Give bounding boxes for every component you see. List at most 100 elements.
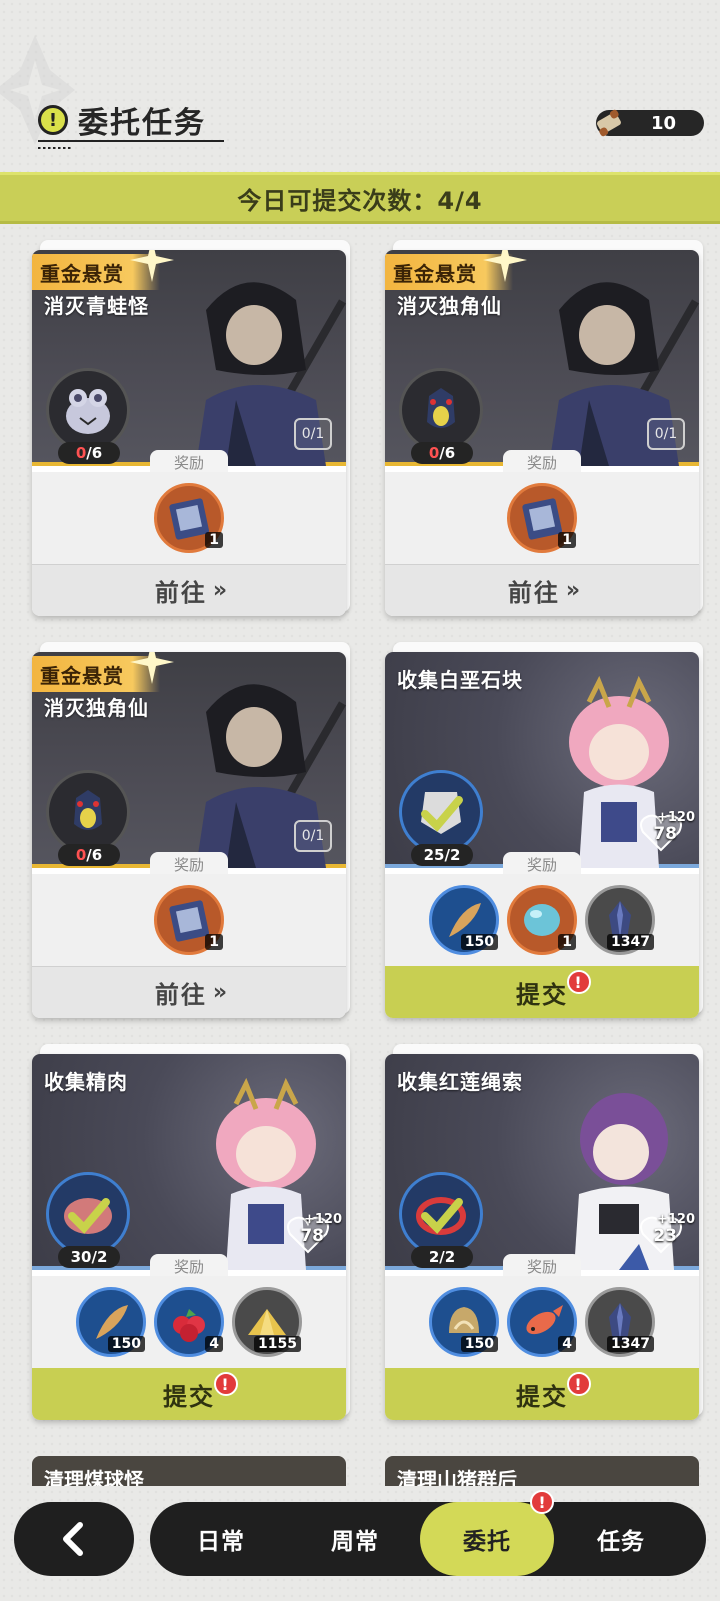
beetle-monster-icon xyxy=(74,790,102,830)
reward-qty: 4 xyxy=(205,1336,223,1352)
card-title: 消灭独角仙 xyxy=(44,696,149,720)
tab-quest[interactable]: 任务 xyxy=(554,1502,688,1576)
sparkle-icon xyxy=(130,250,174,282)
kill-count-current: 0 xyxy=(75,846,87,864)
submit-button[interactable]: 提交 ! xyxy=(385,966,699,1018)
kill-count-total: /6 xyxy=(439,444,456,462)
commission-card: 重金悬赏 消灭青蛙怪 0/6 0/1 奖励 1 前往 » xyxy=(32,240,350,620)
submit-label: 提交 xyxy=(516,980,568,1009)
reward-item[interactable]: 1347 xyxy=(585,885,655,955)
reward-list: 1 xyxy=(32,874,346,966)
reward-qty: 1347 xyxy=(607,934,654,950)
reward-item[interactable]: 4 xyxy=(154,1287,224,1357)
reward-item[interactable]: 1 xyxy=(154,483,224,553)
reward-label: 奖励 xyxy=(503,852,581,876)
card-body: 重金悬赏 消灭独角仙 0/6 0/1 奖励 1 前往 » xyxy=(385,250,699,616)
reward-label: 奖励 xyxy=(150,1254,228,1278)
next-commission-card[interactable]: 清理山猪群后 xyxy=(385,1456,699,1486)
meat-check-icon xyxy=(64,1198,112,1234)
commission-card: 收集红莲绳索 2/2 23 +120 奖励 150 4 1347 提交 ! xyxy=(385,1044,703,1424)
card-art: 重金悬赏 消灭青蛙怪 0/6 0/1 xyxy=(32,250,346,466)
meat-target xyxy=(46,1172,130,1256)
reward-qty: 1 xyxy=(558,532,576,548)
commission-card: 重金悬赏 消灭独角仙 0/6 0/1 奖励 1 前往 » xyxy=(385,240,703,620)
card-art: 重金悬赏 消灭独角仙 0/6 0/1 xyxy=(32,652,346,868)
reward-item[interactable]: 150 xyxy=(429,885,499,955)
double-chevron-right-icon: » xyxy=(212,578,227,603)
reward-qty: 150 xyxy=(460,934,498,950)
beetle-target xyxy=(399,368,483,452)
alert-icon: ! xyxy=(567,1372,591,1396)
reward-list: 1 xyxy=(32,472,346,564)
reward-item[interactable]: 1 xyxy=(154,885,224,955)
bounty-progress: 0/1 xyxy=(647,418,685,450)
reward-item[interactable]: 4 xyxy=(507,1287,577,1357)
kill-count: 0/6 xyxy=(58,442,120,464)
reward-label: 奖励 xyxy=(503,1254,581,1278)
card-title: 收集白垩石块 xyxy=(397,668,523,692)
card-title: 收集红莲绳索 xyxy=(397,1070,523,1094)
double-chevron-right-icon: » xyxy=(212,980,227,1005)
card-body: 收集白垩石块 25/2 78 +120 奖励 150 1 1347 提交 ! xyxy=(385,652,699,1018)
card-body: 收集精肉 30/2 78 +120 奖励 150 4 1155 提交 ! xyxy=(32,1054,346,1420)
tab-weekly[interactable]: 周常 xyxy=(288,1502,422,1576)
collect-count: 25/2 xyxy=(411,844,473,866)
alert-icon: ! xyxy=(214,1372,238,1396)
goto-button[interactable]: 前往 » xyxy=(385,564,699,616)
goto-button[interactable]: 前往 » xyxy=(32,564,346,616)
card-title: 收集精肉 xyxy=(44,1070,128,1094)
page-title-group: ! 委托任务 xyxy=(38,98,206,142)
reward-item[interactable]: 1 xyxy=(507,885,577,955)
kill-count-total: /6 xyxy=(86,444,103,462)
reward-item[interactable]: 150 xyxy=(429,1287,499,1357)
reward-qty: 1155 xyxy=(254,1336,301,1352)
back-button[interactable] xyxy=(14,1502,134,1576)
bounty-progress: 0/1 xyxy=(294,418,332,450)
card-body: 重金悬赏 消灭独角仙 0/6 0/1 奖励 1 前往 » xyxy=(32,652,346,1018)
goto-label: 前往 xyxy=(507,579,560,607)
header: ! 委托任务 10 xyxy=(0,0,720,168)
scroll-count: 10 xyxy=(650,112,676,134)
submit-label: 提交 xyxy=(163,1382,215,1411)
card-body: 收集红莲绳索 2/2 23 +120 奖励 150 4 1347 提交 ! xyxy=(385,1054,699,1420)
tab-daily[interactable]: 日常 xyxy=(154,1502,288,1576)
kill-count: 0/6 xyxy=(58,844,120,866)
submit-button[interactable]: 提交 ! xyxy=(385,1368,699,1420)
submit-button[interactable]: 提交 ! xyxy=(32,1368,346,1420)
reward-item[interactable]: 1347 xyxy=(585,1287,655,1357)
affection-gain: +120 xyxy=(303,1212,342,1227)
kill-count: 0/6 xyxy=(411,442,473,464)
reward-item[interactable]: 150 xyxy=(76,1287,146,1357)
reward-label: 奖励 xyxy=(503,450,581,474)
next-card-title: 清理煤球怪 xyxy=(44,1468,144,1486)
next-commission-card[interactable]: 清理煤球怪 xyxy=(32,1456,346,1486)
reward-list: 150 1 1347 xyxy=(385,874,699,966)
card-art: 重金悬赏 消灭独角仙 0/6 0/1 xyxy=(385,250,699,466)
affection-value: 78 xyxy=(653,824,677,844)
title-underline xyxy=(38,140,224,142)
card-art: 收集红莲绳索 2/2 23 +120 xyxy=(385,1054,699,1270)
card-title: 消灭青蛙怪 xyxy=(44,294,149,318)
reward-qty: 1347 xyxy=(607,1336,654,1352)
reward-qty: 4 xyxy=(558,1336,576,1352)
reward-item[interactable]: 1155 xyxy=(232,1287,302,1357)
goto-button[interactable]: 前往 » xyxy=(32,966,346,1018)
tab-bar: 日常 周常 委托 任务 ! xyxy=(150,1490,706,1576)
tab-alert-icon: ! xyxy=(530,1490,554,1514)
frog-target xyxy=(46,368,130,452)
affection-value: 78 xyxy=(300,1226,324,1246)
next-card-title: 清理山猪群后 xyxy=(397,1468,517,1486)
reward-item[interactable]: 1 xyxy=(507,483,577,553)
kill-count-current: 0 xyxy=(75,444,87,462)
check-icon xyxy=(421,792,463,834)
frog-monster-icon xyxy=(66,389,110,434)
reward-label: 奖励 xyxy=(150,450,228,474)
reward-list: 150 4 1347 xyxy=(385,1276,699,1368)
card-body: 重金悬赏 消灭青蛙怪 0/6 0/1 奖励 1 前往 » xyxy=(32,250,346,616)
scroll-icon xyxy=(597,109,621,137)
tab-commission[interactable]: 委托 xyxy=(420,1502,554,1576)
reward-qty: 1 xyxy=(558,934,576,950)
beetle-target xyxy=(46,770,130,854)
scroll-currency[interactable]: 10 xyxy=(596,109,704,137)
affection-gain: +120 xyxy=(656,810,695,825)
